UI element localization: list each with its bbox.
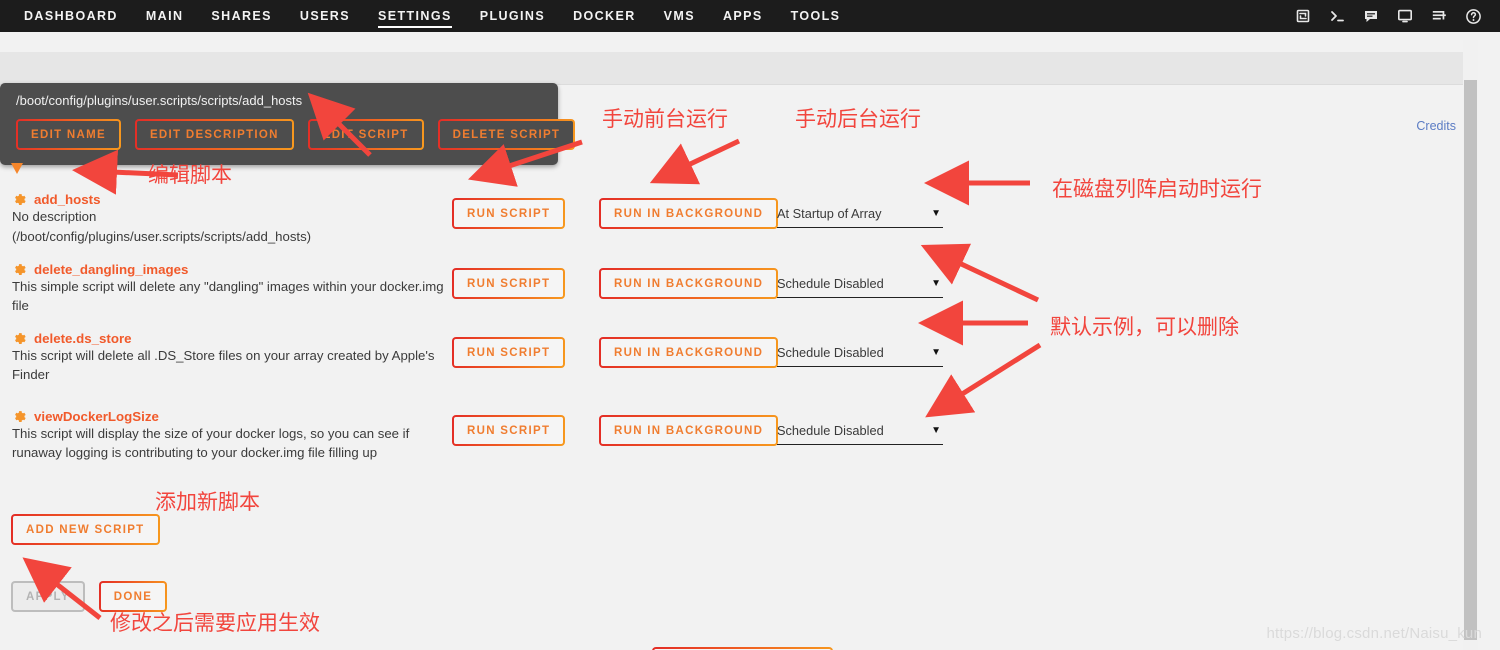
script-path: (/boot/config/plugins/user.scripts/scrip… bbox=[12, 228, 312, 244]
nav-item-tools[interactable]: TOOLS bbox=[777, 0, 855, 32]
popup-pointer-arrow bbox=[11, 163, 23, 174]
script-context-popup: /boot/config/plugins/user.scripts/script… bbox=[0, 83, 561, 165]
page-body: Credits add_hosts No description (/boot/co… bbox=[0, 32, 1500, 650]
script-info: delete.ds_store This script will delete a… bbox=[12, 331, 448, 384]
chevron-down-icon: ▼ bbox=[931, 278, 941, 289]
app-root: DASHBOARD MAIN SHARES USERS SETTINGS PLUGINS D… bbox=[0, 0, 1500, 650]
edit-script-button[interactable]: EDIT SCRIPT bbox=[308, 119, 424, 150]
script-name-link[interactable]: add_hosts bbox=[12, 192, 448, 207]
chevron-down-icon: ▼ bbox=[931, 425, 941, 436]
schedule-select-value: Schedule Disabled bbox=[777, 345, 884, 360]
annotation-apply-after-change: 修改之后需要应用生效 bbox=[110, 611, 320, 635]
run-in-background-button[interactable]: RUN IN BACKGROUND bbox=[599, 337, 778, 368]
add-new-script-wrap: ADD NEW SCRIPT bbox=[11, 514, 160, 545]
nav-item-main[interactable]: MAIN bbox=[132, 0, 198, 32]
schedule-select[interactable]: Schedule Disabled ▼ bbox=[777, 417, 943, 445]
table-header-bar bbox=[0, 52, 1474, 85]
schedule-select-value: Schedule Disabled bbox=[777, 276, 884, 291]
chevron-down-icon: ▼ bbox=[931, 347, 941, 358]
page-scrollbar-thumb[interactable] bbox=[1464, 80, 1477, 640]
nav-item-apps[interactable]: APPS bbox=[709, 0, 777, 32]
script-name-link[interactable]: delete_dangling_images bbox=[12, 262, 448, 277]
chevron-down-icon: ▼ bbox=[931, 208, 941, 219]
annotation-manual-foreground-run: 手动前台运行 bbox=[602, 107, 728, 131]
run-script-button[interactable]: RUN SCRIPT bbox=[452, 268, 565, 299]
help-icon[interactable] bbox=[1456, 0, 1490, 32]
schedule-select-value: At Startup of Array bbox=[777, 206, 882, 221]
nav-item-users[interactable]: USERS bbox=[286, 0, 364, 32]
nav-item-settings[interactable]: SETTINGS bbox=[364, 0, 466, 32]
script-info: viewDockerLogSize This script will displa… bbox=[12, 409, 448, 462]
add-new-script-button[interactable]: ADD NEW SCRIPT bbox=[11, 514, 160, 545]
nav-item-vms[interactable]: VMS bbox=[650, 0, 709, 32]
run-in-background-button[interactable]: RUN IN BACKGROUND bbox=[599, 198, 778, 229]
credits-link[interactable]: Credits bbox=[1416, 119, 1456, 133]
edit-name-button[interactable]: EDIT NAME bbox=[16, 119, 121, 150]
script-description: This script will display the size of you… bbox=[12, 426, 410, 460]
schedule-select[interactable]: Schedule Disabled ▼ bbox=[777, 270, 943, 298]
run-script-button[interactable]: RUN SCRIPT bbox=[452, 198, 565, 229]
run-in-background-button[interactable]: RUN IN BACKGROUND bbox=[599, 415, 778, 446]
run-script-button[interactable]: RUN SCRIPT bbox=[452, 415, 565, 446]
display-icon[interactable] bbox=[1388, 0, 1422, 32]
popup-script-path: /boot/config/plugins/user.scripts/script… bbox=[16, 93, 303, 108]
terminal-icon[interactable] bbox=[1320, 0, 1354, 32]
script-name-label: viewDockerLogSize bbox=[34, 409, 159, 424]
schedule-select[interactable]: Schedule Disabled ▼ bbox=[777, 339, 943, 367]
annotation-run-at-array-startup: 在磁盘列阵启动时运行 bbox=[1052, 177, 1262, 201]
gear-icon bbox=[15, 194, 26, 205]
annotation-manual-background-run: 手动后台运行 bbox=[795, 107, 921, 131]
nav-item-list: DASHBOARD MAIN SHARES USERS SETTINGS PLUGINS D… bbox=[0, 0, 854, 32]
apply-button[interactable]: APPLY bbox=[11, 581, 85, 612]
watermark-text: https://blog.csdn.net/Naisu_kun bbox=[1266, 625, 1482, 642]
annotation-edit-script: 编辑脚本 bbox=[148, 163, 232, 187]
script-description: This simple script will delete any "dang… bbox=[12, 279, 444, 313]
nav-item-shares[interactable]: SHARES bbox=[197, 0, 286, 32]
script-name-label: add_hosts bbox=[34, 192, 101, 207]
page-scrollbar-track[interactable] bbox=[1463, 40, 1478, 650]
top-navigation-bar: DASHBOARD MAIN SHARES USERS SETTINGS PLUGINS D… bbox=[0, 0, 1500, 32]
popup-button-row: EDIT NAME EDIT DESCRIPTION EDIT SCRIPT DELE… bbox=[16, 119, 575, 150]
schedule-select[interactable]: At Startup of Array ▼ bbox=[777, 200, 943, 228]
delete-script-button[interactable]: DELETE SCRIPT bbox=[438, 119, 576, 150]
annotation-add-new-script: 添加新脚本 bbox=[155, 490, 260, 514]
script-info: delete_dangling_images This simple script… bbox=[12, 262, 448, 315]
run-in-background-button[interactable]: RUN IN BACKGROUND bbox=[599, 268, 778, 299]
script-description: No description bbox=[12, 209, 97, 224]
nav-item-plugins[interactable]: PLUGINS bbox=[466, 0, 559, 32]
gear-icon bbox=[15, 264, 26, 275]
script-description: This script will delete all .DS_Store fi… bbox=[12, 348, 435, 382]
log-icon[interactable] bbox=[1422, 0, 1456, 32]
script-name-label: delete_dangling_images bbox=[34, 262, 189, 277]
nav-item-docker[interactable]: DOCKER bbox=[559, 0, 650, 32]
script-name-link[interactable]: delete.ds_store bbox=[12, 331, 448, 346]
script-name-label: delete.ds_store bbox=[34, 331, 132, 346]
script-name-link[interactable]: viewDockerLogSize bbox=[12, 409, 448, 424]
edit-description-button[interactable]: EDIT DESCRIPTION bbox=[135, 119, 294, 150]
script-info: add_hosts No description (/boot/config/plu… bbox=[12, 192, 448, 246]
gear-icon bbox=[15, 333, 26, 344]
run-script-button[interactable]: RUN SCRIPT bbox=[452, 337, 565, 368]
schedule-select-value: Schedule Disabled bbox=[777, 423, 884, 438]
nav-item-dashboard[interactable]: DASHBOARD bbox=[10, 0, 132, 32]
nav-icon-group bbox=[1286, 0, 1490, 32]
update-icon[interactable] bbox=[1286, 0, 1320, 32]
gear-icon bbox=[15, 411, 26, 422]
annotation-default-examples-removable: 默认示例，可以删除 bbox=[1050, 315, 1239, 339]
chat-icon[interactable] bbox=[1354, 0, 1388, 32]
